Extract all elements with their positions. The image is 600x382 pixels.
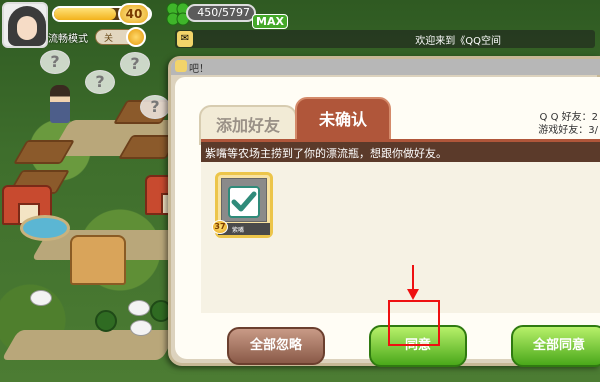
farmer-character [50,85,70,123]
request-list: 紫嘴等农场主捞到了你的漂流瓶，想跟你做好友。 37 紫嘴 [201,139,600,313]
friend-thumbnail [221,178,267,222]
farm-pond [20,215,70,241]
sheep [128,300,150,316]
clover-counter: 450/5797 [186,4,256,22]
qq-friend-count: Q Q 好友：2 [539,112,598,123]
friend-dialog: 吧！ 添加好友 未确认 Q Q 好友：2 游戏好友：3/ 紫嘴等农场主捞到了你的… [168,56,600,367]
agree-highlight-box [388,300,440,346]
top-hud: 40 450/5797 MAX 流畅模式 关 ✉ 欢迎来到《QQ空间 [0,0,600,56]
max-badge: MAX [252,14,288,29]
announcement-ticker: ✉ 欢迎来到《QQ空间 [175,30,595,48]
sheep [130,320,152,336]
mode-toggle-text: 关 [104,34,114,44]
question-bubble-icon[interactable]: ? [85,70,115,94]
level-badge: 40 [118,3,150,25]
game-friend-count: 游戏好友：3/ [538,125,598,136]
farm-path [1,330,179,360]
request-message: 紫嘴等农场主捞到了你的漂流瓶，想跟你做好友。 [205,147,447,160]
toggle-knob[interactable] [126,27,146,47]
message-bar: 紫嘴等农场主捞到了你的漂流瓶，想跟你做好友。 [201,142,600,162]
tab-unconfirmed[interactable]: 未确认 [295,97,391,145]
agree-all-button[interactable]: 全部同意 [511,325,600,367]
ticker-text: 欢迎来到《QQ空间 [415,36,501,47]
dialog-title: 吧！ [189,64,209,75]
smooth-mode-toggle[interactable]: 关 [95,27,146,47]
experience-fill [54,8,117,20]
tree [95,310,117,332]
checkbox-checked-icon[interactable] [228,186,260,218]
question-bubble-icon[interactable]: ? [140,95,170,119]
mode-label: 流畅模式 [48,34,88,45]
farm-plot[interactable] [13,140,75,164]
friend-request-card[interactable]: 37 紫嘴 [212,172,273,238]
friend-level-badge: 37 [212,220,228,234]
dialog-titlebar: 吧！ [171,59,600,75]
friend-name: 紫嘴 [232,227,245,234]
ignore-all-button[interactable]: 全部忽略 [227,327,325,365]
friend-stats: Q Q 好友：2 游戏好友：3/ [538,111,598,137]
message-icon [175,60,187,72]
avatar[interactable] [2,2,48,48]
red-arrow-icon [407,265,419,300]
farm-barn[interactable] [70,235,126,285]
speaker-icon: ✉ [177,31,193,47]
sheep [30,290,52,306]
